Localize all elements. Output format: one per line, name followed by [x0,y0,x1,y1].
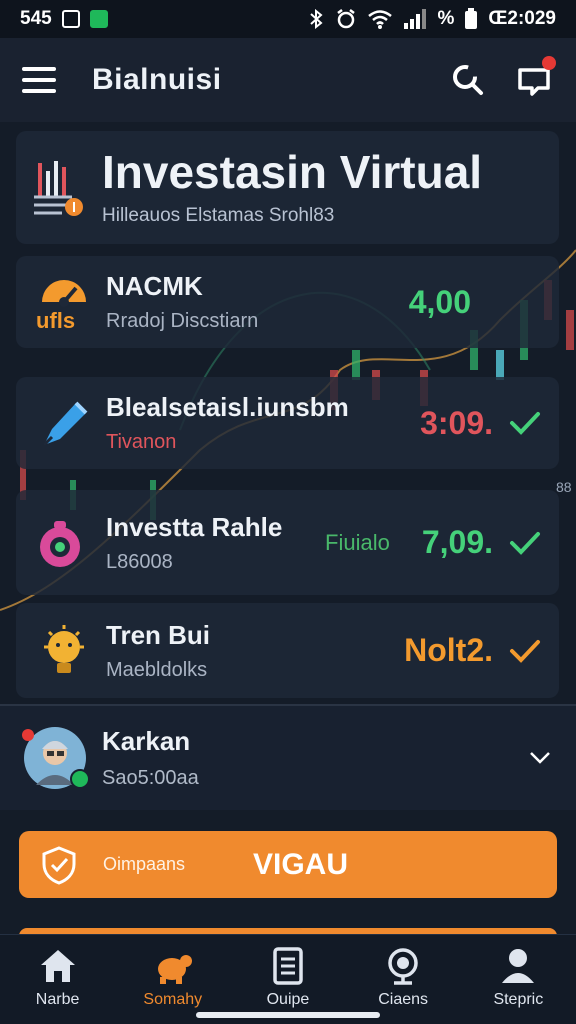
lightbulb-icon [34,621,94,681]
shield-check-icon [42,845,76,885]
list-item[interactable]: Tren Bui Maebldolks Nolt2. [16,603,559,698]
home-icon [40,950,75,982]
check-icon [510,412,540,435]
list-item[interactable]: Blealsetaisl.iunsbm Tivanon 3:09. [16,377,559,469]
hero-title: Investasin Virtual [102,145,483,198]
row-name: Tren Bui [106,619,211,650]
row-icon-text: ufls [36,308,75,332]
online-status-dot [70,769,90,789]
signal-icon [404,9,427,29]
row-subtitle: L86008 [106,550,173,573]
row-value: Nolt2. [404,632,493,668]
row-subtitle: Tivanon [106,431,177,453]
status-time-left: 545 [20,8,52,29]
chart-axis-label: 88 [556,479,572,495]
row-name: NACMK [106,271,203,301]
bluetooth-icon [310,9,324,29]
gallery-notification-icon [61,10,80,28]
home-indicator[interactable] [196,1012,380,1018]
row-tag: Fiuialo [325,529,390,555]
hamburger-menu-icon[interactable] [22,67,56,93]
nav-explore[interactable]: Ciaens [348,945,458,1009]
notifications-icon[interactable] [514,56,556,100]
turtle-icon [157,955,192,984]
pen-icon [34,393,94,453]
alarm-icon [337,9,356,29]
search-icon[interactable] [448,60,488,100]
nav-document[interactable]: Ouipe [233,945,343,1009]
battery-percent: % [437,8,455,29]
user-profile-row[interactable]: Karkan Sao5:00aa [0,706,576,810]
wifi-icon [368,10,393,29]
nav-summary[interactable]: Somahy [118,945,228,1009]
piggy-bank-icon [34,513,94,573]
app-notification-icon [89,10,108,28]
primary-action-button[interactable]: Oimpaans VIGAU [19,831,557,898]
nav-label: Ouipe [266,991,310,1008]
gauge-icon: ufls [34,272,94,333]
row-subtitle: Maebldolks [106,658,208,681]
user-name: Karkan [102,726,191,756]
check-icon [510,531,540,555]
row-value: 3:09. [420,404,493,441]
chevron-down-icon[interactable] [528,746,552,770]
nav-profile[interactable]: Stepric [463,945,573,1009]
row-name: Blealsetaisl.iunsbm [106,392,349,422]
investment-chart-icon [34,160,83,216]
nav-label: Somahy [143,991,203,1008]
cta-big-label: VIGAU [253,847,349,881]
nav-label: Narbe [35,991,80,1008]
user-icon [502,949,535,983]
nav-home[interactable]: Narbe [3,945,113,1009]
row-value: 7,09. [421,524,493,560]
app-bar: Bialnuisi [0,38,576,122]
user-subtitle: Sao5:00aa [102,767,199,789]
row-value: 4,00 [408,283,471,320]
check-icon [510,639,540,663]
list-item[interactable]: Investta Rahle L86008 Fiuialo 7,09. [16,490,559,595]
notification-badge [542,56,556,70]
hero-subtitle: Hilleauos Elstamas Srohl83 [102,204,335,226]
magnifier-icon [388,948,418,985]
nav-label: Stepric [493,991,544,1008]
status-bar: 545 % Œ2:029 [0,0,576,38]
battery-icon [465,8,478,29]
cta-small-label: Oimpaans [103,854,186,874]
list-item[interactable]: ufls NACMK Rradoj Discstiarn 4,00 [16,256,559,348]
app-title: Bialnuisi [92,63,222,96]
document-icon [273,947,303,985]
row-name: Investta Rahle [106,511,283,542]
row-subtitle: Rradoj Discstiarn [106,310,259,332]
hero-card[interactable]: Investasin Virtual Hilleauos Elstamas Sr… [16,131,559,244]
nav-label: Ciaens [378,991,429,1008]
status-time-right: Œ2:029 [488,8,556,29]
avatar [22,727,90,789]
avatar-alert-dot [22,729,34,741]
bottom-navigation: Narbe Somahy Ouipe Ciaens Stepric [0,934,576,1024]
